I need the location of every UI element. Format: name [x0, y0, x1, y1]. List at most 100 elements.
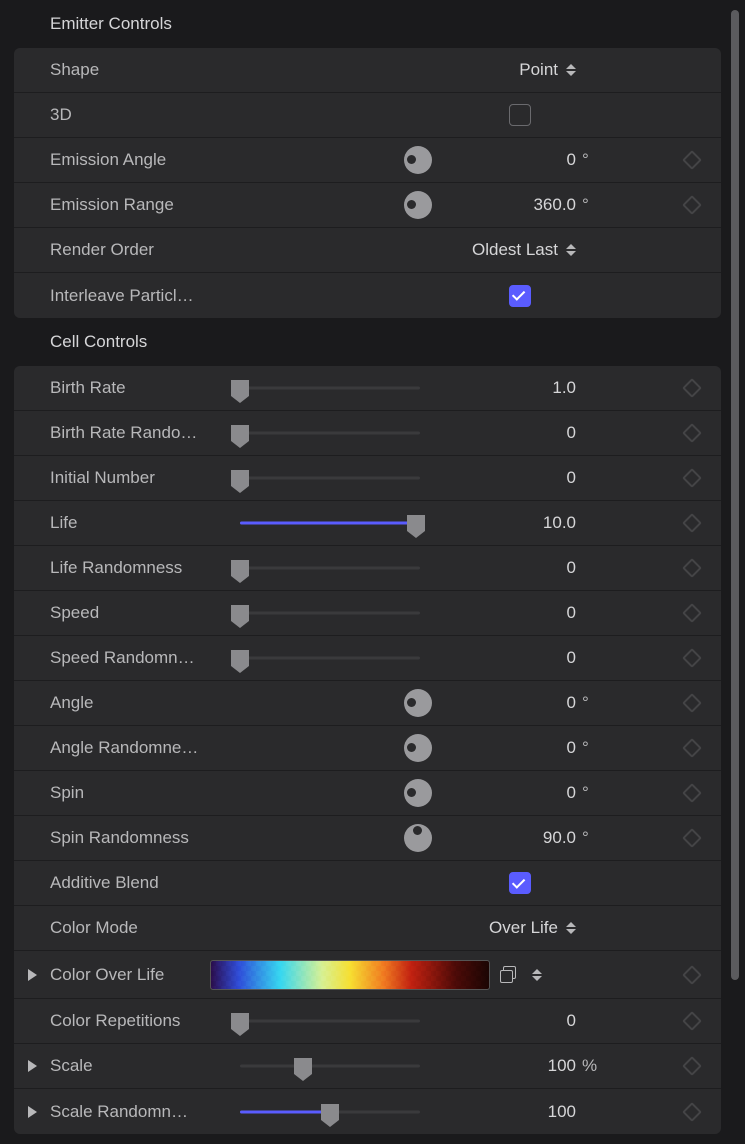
disclosure-triangle[interactable] — [14, 1106, 50, 1118]
scale-value[interactable]: 100 — [548, 1056, 576, 1076]
keyframe-icon[interactable] — [682, 558, 702, 578]
row-angle: Angle 0° — [14, 681, 721, 726]
row-birth-rate-rand: Birth Rate Rando… 0 — [14, 411, 721, 456]
keyframe-icon[interactable] — [682, 195, 702, 215]
row-spin-rand: Spin Randomness 90.0° — [14, 816, 721, 861]
shape-popup[interactable]: Point — [519, 60, 576, 80]
keyframe-icon[interactable] — [682, 603, 702, 623]
keyframe-icon[interactable] — [682, 1011, 702, 1031]
render-order-popup[interactable]: Oldest Last — [472, 240, 576, 260]
scale-rand-slider[interactable] — [240, 1102, 420, 1122]
emission-angle-label: Emission Angle — [50, 150, 240, 170]
speed-label: Speed — [50, 603, 240, 623]
stepper-icon[interactable] — [532, 969, 542, 981]
stepper-icon — [566, 922, 576, 934]
keyframe-icon[interactable] — [682, 1056, 702, 1076]
emission-range-value[interactable]: 360.0 — [533, 195, 576, 215]
emission-angle-value[interactable]: 0 — [567, 150, 576, 170]
shape-label: Shape — [50, 60, 240, 80]
color-reps-slider[interactable] — [240, 1011, 420, 1031]
emission-range-label: Emission Range — [50, 195, 240, 215]
keyframe-icon[interactable] — [682, 828, 702, 848]
initial-number-label: Initial Number — [50, 468, 240, 488]
3d-label: 3D — [50, 105, 240, 125]
keyframe-icon[interactable] — [682, 965, 702, 985]
color-over-life-label: Color Over Life — [50, 965, 210, 985]
spin-value[interactable]: 0 — [567, 783, 576, 803]
3d-checkbox[interactable] — [509, 104, 531, 126]
angle-label: Angle — [50, 693, 240, 713]
keyframe-icon[interactable] — [682, 513, 702, 533]
scale-label: Scale — [50, 1056, 240, 1076]
angle-dial[interactable] — [404, 689, 432, 717]
row-color-reps: Color Repetitions 0 — [14, 999, 721, 1044]
scrollbar[interactable] — [731, 10, 739, 980]
speed-rand-label: Speed Randomn… — [50, 648, 240, 668]
keyframe-icon[interactable] — [682, 693, 702, 713]
color-mode-popup[interactable]: Over Life — [489, 918, 576, 938]
row-color-mode: Color Mode Over Life — [14, 906, 721, 951]
speed-value[interactable]: 0 — [567, 603, 576, 623]
keyframe-icon[interactable] — [682, 738, 702, 758]
scale-slider[interactable] — [240, 1056, 420, 1076]
render-order-label: Render Order — [50, 240, 240, 260]
speed-slider[interactable] — [240, 603, 420, 623]
row-angle-rand: Angle Randomne… 0° — [14, 726, 721, 771]
keyframe-icon[interactable] — [682, 648, 702, 668]
color-over-life-gradient[interactable] — [210, 960, 490, 990]
disclosure-triangle[interactable] — [14, 969, 50, 981]
life-value[interactable]: 10.0 — [543, 513, 576, 533]
row-color-over-life: Color Over Life — [14, 951, 721, 999]
life-label: Life — [50, 513, 240, 533]
section-header-cell: Cell Controls — [14, 318, 721, 366]
row-emission-range: Emission Range 360.0 ° — [14, 183, 721, 228]
row-3d: 3D — [14, 93, 721, 138]
birth-rate-slider[interactable] — [240, 378, 420, 398]
row-speed: Speed 0 — [14, 591, 721, 636]
additive-blend-checkbox[interactable] — [509, 872, 531, 894]
color-reps-label: Color Repetitions — [50, 1011, 240, 1031]
keyframe-icon[interactable] — [682, 783, 702, 803]
spin-dial[interactable] — [404, 779, 432, 807]
life-rand-value[interactable]: 0 — [567, 558, 576, 578]
spin-rand-dial[interactable] — [404, 824, 432, 852]
angle-rand-value[interactable]: 0 — [567, 738, 576, 758]
color-reps-value[interactable]: 0 — [567, 1011, 576, 1031]
keyframe-icon[interactable] — [682, 423, 702, 443]
keyframe-icon[interactable] — [682, 468, 702, 488]
emission-angle-dial[interactable] — [404, 146, 432, 174]
row-birth-rate: Birth Rate 1.0 — [14, 366, 721, 411]
angle-value[interactable]: 0 — [567, 693, 576, 713]
section-header-emitter: Emitter Controls — [14, 0, 721, 48]
row-scale: Scale 100% — [14, 1044, 721, 1089]
additive-blend-label: Additive Blend — [50, 873, 240, 893]
initial-number-slider[interactable] — [240, 468, 420, 488]
life-slider[interactable] — [240, 513, 420, 533]
birth-rate-value[interactable]: 1.0 — [552, 378, 576, 398]
keyframe-icon[interactable] — [682, 1102, 702, 1122]
row-scale-rand: Scale Randomn… 100 — [14, 1089, 721, 1134]
birth-rate-rand-slider[interactable] — [240, 423, 420, 443]
scale-rand-value[interactable]: 100 — [548, 1102, 576, 1122]
gradient-preset-icon[interactable] — [500, 966, 518, 984]
spin-rand-value[interactable]: 90.0 — [543, 828, 576, 848]
row-speed-rand: Speed Randomn… 0 — [14, 636, 721, 681]
emission-range-dial[interactable] — [404, 191, 432, 219]
disclosure-triangle[interactable] — [14, 1060, 50, 1072]
keyframe-icon[interactable] — [682, 150, 702, 170]
birth-rate-rand-value[interactable]: 0 — [567, 423, 576, 443]
row-emission-angle: Emission Angle 0 ° — [14, 138, 721, 183]
angle-rand-dial[interactable] — [404, 734, 432, 762]
keyframe-icon[interactable] — [682, 378, 702, 398]
life-rand-slider[interactable] — [240, 558, 420, 578]
row-initial-number: Initial Number 0 — [14, 456, 721, 501]
speed-rand-slider[interactable] — [240, 648, 420, 668]
interleave-checkbox[interactable] — [509, 285, 531, 307]
row-life-rand: Life Randomness 0 — [14, 546, 721, 591]
row-render-order: Render Order Oldest Last — [14, 228, 721, 273]
initial-number-value[interactable]: 0 — [567, 468, 576, 488]
speed-rand-value[interactable]: 0 — [567, 648, 576, 668]
birth-rate-rand-label: Birth Rate Rando… — [50, 423, 240, 443]
angle-rand-label: Angle Randomne… — [50, 738, 240, 758]
color-mode-label: Color Mode — [50, 918, 240, 938]
